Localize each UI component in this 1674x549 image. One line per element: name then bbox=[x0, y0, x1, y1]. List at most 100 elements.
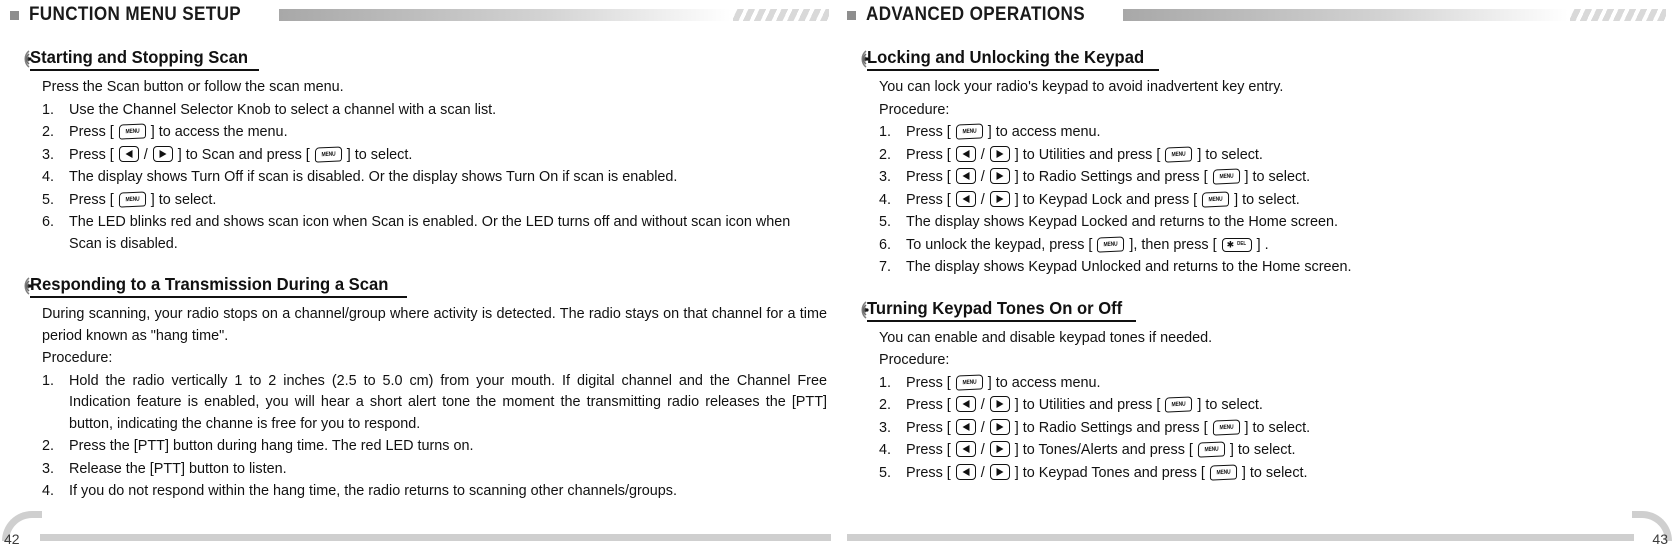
section-heading: Starting and Stopping Scan bbox=[6, 46, 837, 71]
procedure-step: 3. Press [ / ] to Radio Settings and pres… bbox=[879, 167, 1664, 189]
arrow-triangle-icon bbox=[996, 400, 1004, 408]
step-number: 4. bbox=[42, 169, 55, 185]
section-title-underline: Locking and Unlocking the Keypad bbox=[867, 47, 1159, 71]
step-number: 1. bbox=[879, 374, 892, 391]
arrow-triangle-icon bbox=[996, 149, 1004, 158]
step-number: 3. bbox=[879, 419, 892, 436]
procedure-step: 4. Press [ / ] to Tones/Alerts and press … bbox=[879, 440, 1664, 462]
procedure-step: 5. Press [ / ] to Keypad Tones and press … bbox=[879, 463, 1664, 485]
step-number: 2. bbox=[879, 397, 892, 413]
arrow-triangle-icon bbox=[996, 194, 1004, 203]
right-chapter-header: ADVANCED OPERATIONS bbox=[837, 2, 1674, 28]
signal-wave-icon bbox=[861, 50, 869, 68]
right-footer: 43 bbox=[837, 509, 1674, 549]
step-number: 6. bbox=[42, 214, 55, 230]
step-text: Press [ bbox=[69, 124, 118, 140]
arrow-triangle-icon bbox=[962, 172, 970, 180]
step-number: 3. bbox=[42, 460, 55, 477]
menu-key-label: MENU bbox=[1171, 149, 1186, 158]
right-chapter-title: ADVANCED OPERATIONS bbox=[866, 4, 1086, 25]
step-text: The display shows Keypad Unlocked and re… bbox=[906, 259, 1352, 275]
step-text: Press [ bbox=[906, 146, 955, 163]
arrow-triangle-icon bbox=[962, 422, 970, 431]
manual-page-spread: FUNCTION MENU SETUP Starting and Stoppin… bbox=[0, 0, 1674, 549]
step-text: ] to select. bbox=[1225, 442, 1296, 458]
chapter-slashes-decor-icon bbox=[1570, 9, 1666, 21]
chapter-slashes-decor-icon bbox=[733, 9, 829, 21]
manual-section: Locking and Unlocking the Keypad You can … bbox=[837, 46, 1674, 279]
section-intro-paragraph: You can enable and disable keypad tones … bbox=[879, 329, 1213, 346]
arrow-triangle-icon bbox=[996, 445, 1004, 453]
section-intro-paragraph: During scanning, your radio stops on a c… bbox=[42, 306, 827, 344]
procedure-step: 3. Release the [PTT] button to listen. bbox=[42, 459, 827, 481]
step-number: 4. bbox=[879, 191, 892, 208]
arrow-triangle-icon bbox=[996, 422, 1004, 431]
step-text: ] to Radio Settings and press [ bbox=[1010, 419, 1212, 436]
step-text: Press [ bbox=[906, 442, 955, 458]
step-text: To unlock the keypad, press [ bbox=[906, 236, 1097, 253]
step-text: ] to select. bbox=[342, 146, 413, 163]
footer-rule bbox=[847, 534, 1634, 541]
menu-key-label: MENU bbox=[125, 194, 140, 203]
section-heading: Responding to a Transmission During a Sc… bbox=[6, 273, 837, 298]
step-number: 1. bbox=[42, 101, 55, 118]
right-arrow-key-icon bbox=[989, 168, 1010, 184]
chapter-bullet-square-icon bbox=[10, 10, 19, 20]
step-text: The LED blinks red and shows scan icon w… bbox=[69, 214, 791, 252]
arrow-triangle-icon bbox=[962, 194, 970, 203]
menu-key-icon: MENU bbox=[1097, 235, 1125, 253]
section-title-underline: Turning Keypad Tones On or Off bbox=[867, 298, 1136, 322]
procedure-step: 5. Press [ MENU ] to select. bbox=[42, 190, 827, 212]
step-text: Press [ bbox=[69, 191, 118, 208]
step-text: ] to select. bbox=[1193, 397, 1263, 413]
right-page-number: 43 bbox=[1652, 531, 1668, 547]
menu-key-icon: MENU bbox=[1165, 145, 1193, 163]
section-title-text: Responding to a Transmission During a Sc… bbox=[30, 274, 389, 294]
chapter-gradient-bar bbox=[278, 9, 731, 21]
arrow-triangle-icon bbox=[962, 445, 970, 453]
menu-key-label: MENU bbox=[962, 127, 977, 135]
step-number: 7. bbox=[879, 259, 892, 275]
step-number: 2. bbox=[879, 146, 892, 163]
left-arrow-key-icon bbox=[955, 396, 976, 412]
step-number: 3. bbox=[42, 146, 55, 163]
manual-section: Turning Keypad Tones On or Off You can en… bbox=[837, 297, 1674, 485]
step-text: / bbox=[139, 146, 152, 163]
section-intro-paragraph: Press the Scan button or follow the scan… bbox=[42, 79, 344, 95]
arrow-triangle-icon bbox=[962, 400, 970, 408]
section-title-underline: Responding to a Transmission During a Sc… bbox=[30, 274, 408, 298]
step-number: 4. bbox=[42, 483, 55, 499]
procedure-step: 4. If you do not respond within the hang … bbox=[42, 481, 827, 503]
menu-key-icon: MENU bbox=[1209, 463, 1238, 481]
step-number: 3. bbox=[879, 169, 892, 185]
step-number: 5. bbox=[879, 214, 892, 230]
step-number: 6. bbox=[879, 236, 892, 253]
step-number: 5. bbox=[42, 191, 55, 208]
step-text: ] to Radio Settings and press [ bbox=[1010, 169, 1212, 185]
menu-key-label: MENU bbox=[962, 377, 977, 386]
step-text: Release the [PTT] button to listen. bbox=[69, 460, 287, 477]
step-number: 4. bbox=[879, 442, 892, 458]
procedure-step: 3. Press [ / ] to Radio Settings and pres… bbox=[879, 418, 1664, 440]
section-body: You can enable and disable keypad tones … bbox=[843, 328, 1674, 485]
manual-section: Responding to a Transmission During a Sc… bbox=[0, 273, 837, 503]
section-title-text: Turning Keypad Tones On or Off bbox=[867, 297, 1123, 318]
procedure-step-list: 1. Press [ MENU ] to access menu. 2. Press … bbox=[879, 373, 1664, 485]
step-text: ] to Utilities and press [ bbox=[1010, 146, 1165, 163]
step-text: ] to Utilities and press [ bbox=[1010, 397, 1165, 413]
left-chapter-title: FUNCTION MENU SETUP bbox=[29, 4, 242, 25]
menu-key-icon: MENU bbox=[955, 373, 983, 391]
section-body: Press the Scan button or follow the scan… bbox=[6, 77, 837, 255]
menu-key-label: MENU bbox=[1216, 467, 1231, 476]
section-title-text: Locking and Unlocking the Keypad bbox=[867, 47, 1145, 67]
star-del-key-icon: ✱ DEL bbox=[1221, 237, 1252, 252]
step-number: 5. bbox=[879, 464, 892, 481]
right-arrow-key-icon bbox=[989, 463, 1010, 480]
arrow-triangle-icon bbox=[962, 467, 970, 476]
step-number: 2. bbox=[42, 438, 55, 454]
left-chapter-header: FUNCTION MENU SETUP bbox=[0, 2, 837, 28]
arrow-triangle-icon bbox=[996, 467, 1004, 476]
left-page-number: 42 bbox=[4, 531, 20, 547]
step-text: / bbox=[976, 146, 989, 163]
step-text: Press [ bbox=[69, 146, 118, 163]
